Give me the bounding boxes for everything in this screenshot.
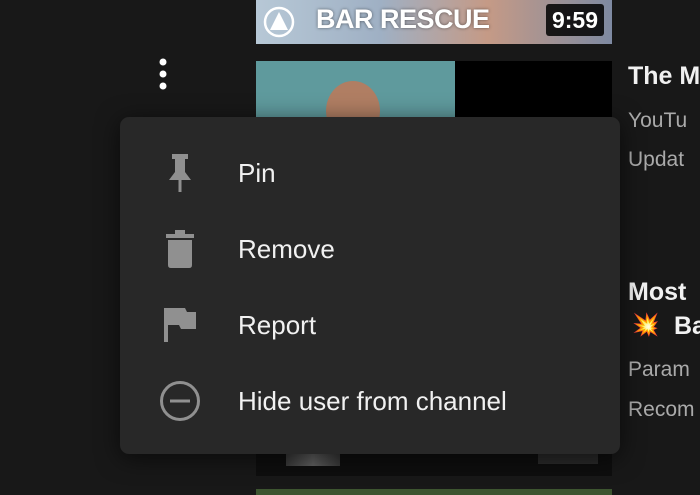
thumbnail-logo	[286, 454, 340, 466]
channel-logo-icon	[263, 6, 295, 38]
video-thumbnail[interactable]	[256, 489, 612, 495]
channel-name[interactable]: Param	[628, 358, 690, 382]
menu-item-label: Pin	[238, 157, 276, 188]
video-thumbnail[interactable]	[256, 61, 612, 121]
block-icon	[158, 379, 202, 423]
trash-icon	[158, 227, 202, 271]
video-title[interactable]: The M	[628, 62, 700, 91]
menu-item-hide-user[interactable]: Hide user from channel	[120, 363, 620, 439]
video-title-line2[interactable]: Ba	[674, 312, 700, 341]
more-actions-button[interactable]	[146, 54, 180, 94]
thumbnail-image	[256, 61, 455, 121]
menu-item-label: Remove	[238, 233, 335, 264]
menu-item-pin[interactable]: Pin	[120, 135, 620, 211]
page: BAR RESCUE 9:59 The M YouTu Updat Most 💥…	[0, 0, 700, 495]
video-thumbnail[interactable]: BAR RESCUE 9:59	[256, 0, 612, 44]
thumbnail-face	[326, 81, 380, 121]
video-meta: Updat	[628, 148, 685, 171]
pin-icon	[158, 151, 202, 195]
video-duration: 9:59	[545, 4, 604, 36]
menu-item-report[interactable]: Report	[120, 287, 620, 363]
channel-name[interactable]: YouTu	[628, 109, 687, 133]
explosion-emoji-icon: 💥	[632, 312, 660, 337]
menu-item-label: Hide user from channel	[238, 385, 507, 416]
thumbnail-title: BAR RESCUE	[316, 4, 490, 34]
context-menu: Pin Remove Report Hide user from channel	[120, 117, 620, 454]
more-vert-icon	[159, 58, 167, 90]
video-meta: Recom	[628, 398, 695, 421]
menu-item-remove[interactable]: Remove	[120, 211, 620, 287]
flag-icon	[158, 303, 202, 347]
video-title[interactable]: Most	[628, 278, 686, 307]
menu-item-label: Report	[238, 309, 317, 340]
